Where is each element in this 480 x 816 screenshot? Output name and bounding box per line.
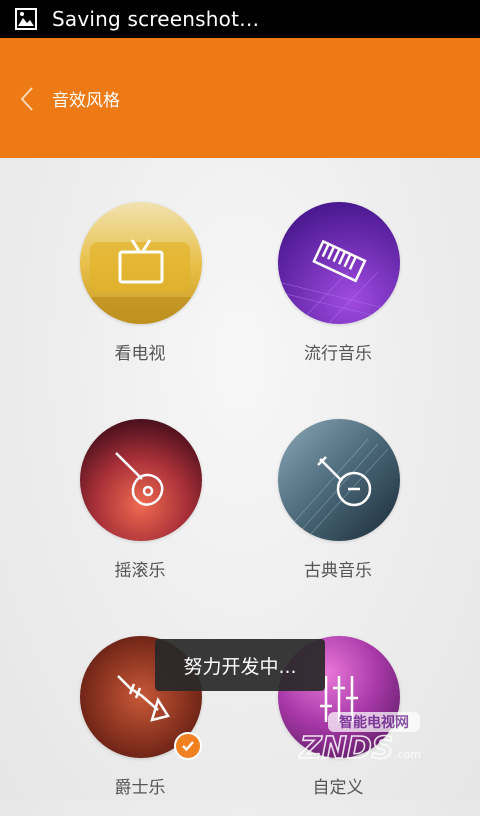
style-label: 爵士乐 (114, 778, 166, 798)
back-button[interactable] (10, 82, 44, 116)
style-label: 自定义 (312, 778, 364, 798)
svg-text:智能电视网: 智能电视网 (338, 714, 409, 731)
style-label: 摇滚乐 (114, 561, 166, 581)
app-header: 音效风格 (0, 38, 480, 158)
rock-thumbnail (80, 419, 202, 541)
image-icon (15, 8, 37, 30)
chevron-left-icon (20, 87, 33, 111)
style-tile-pop[interactable]: 流行音乐 (238, 202, 438, 382)
toast-message: 努力开发中... (155, 639, 325, 691)
style-label: 看电视 (114, 344, 166, 364)
znds-watermark: 智能电视网 ZNDS .com (270, 708, 440, 768)
status-bar: Saving screenshot… (0, 0, 480, 38)
tv-thumbnail (80, 202, 202, 324)
page-title: 音效风格 (52, 91, 120, 111)
style-tile-tv[interactable]: 看电视 (40, 202, 240, 382)
selected-check-icon (174, 732, 202, 760)
style-tile-classical[interactable]: 古典音乐 (238, 419, 438, 599)
classical-thumbnail (278, 419, 400, 541)
style-label: 流行音乐 (304, 344, 372, 364)
svg-text:ZNDS: ZNDS (299, 731, 393, 766)
status-text: Saving screenshot… (52, 7, 260, 31)
style-label: 古典音乐 (304, 561, 372, 581)
pop-thumbnail (278, 202, 400, 324)
svg-text:.com: .com (394, 748, 421, 761)
style-tile-rock[interactable]: 摇滚乐 (40, 419, 240, 599)
